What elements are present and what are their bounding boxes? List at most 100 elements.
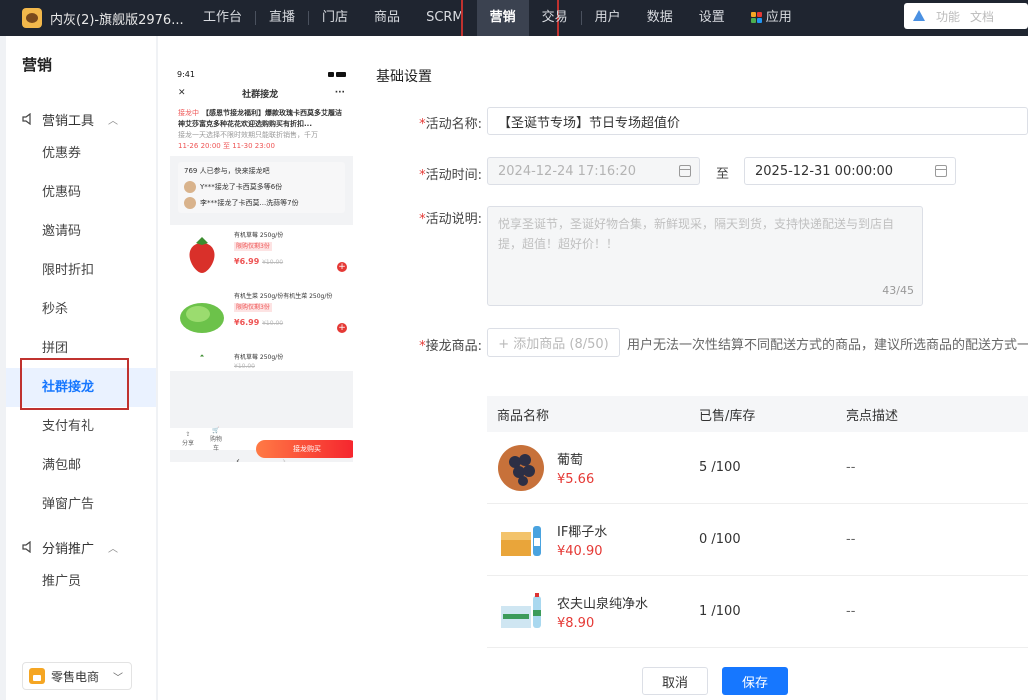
chevron-left-icon: ‹	[236, 456, 240, 462]
avatar	[184, 181, 196, 193]
activity-name-input[interactable]: 【圣诞节专场】节日专场超值价	[487, 107, 1028, 135]
main-content: 9:41 ✕ 社群接龙 ··· 接龙中 【感恩节接龙福利】爆款玫瑰卡西莫多艾履洁神…	[158, 36, 1028, 700]
phone-status-bar: 9:41	[170, 66, 353, 82]
phone-goods-list: 有机草莓 250g/份 限购仅剩3份 ¥6.99 ¥10.00 + 有机生菜 2…	[170, 225, 353, 371]
good-name: 有机生菜 250g/份有机生菜 250g/份	[234, 293, 333, 300]
time-label: *活动时间:	[419, 168, 482, 183]
goods-price: ¥5.66	[557, 471, 595, 487]
goods-name: 农夫山泉纯净水	[557, 596, 649, 612]
coconut-water-image	[501, 525, 541, 556]
search-tab-function[interactable]: 功能	[936, 8, 960, 25]
phone-time-range: 11-26 20:00 至 11-30 23:00	[178, 142, 275, 150]
group-marketing-tools[interactable]: 营销工具 ︿	[6, 104, 156, 134]
good-price: ¥6.99	[234, 257, 260, 266]
highlight-annotation	[20, 358, 129, 410]
goods-table: 商品名称 已售/库存 亮点描述 葡萄 ¥5.66 5 /100 -- IF椰子水 ¥…	[487, 396, 1028, 648]
shop-icon	[29, 668, 45, 684]
goods-price: ¥40.90	[557, 543, 603, 559]
activity-desc-textarea[interactable]: 悦享圣诞节，圣诞好物合集，新鲜现采，隔天到货，支持快递配送与到店自提，超值！超好…	[487, 206, 923, 306]
sidebar-item-invite-code[interactable]: 邀请码	[6, 212, 156, 251]
nav-live[interactable]: 直播	[256, 0, 308, 36]
sidebar-item-free-shipping[interactable]: 满包邮	[6, 446, 156, 485]
nav-store[interactable]: 门店	[309, 0, 361, 36]
share-label: 分享	[181, 440, 194, 447]
shop-switcher[interactable]: 内灰(2)-旗舰版2976...	[0, 8, 190, 28]
goods-name: IF椰子水	[557, 524, 608, 540]
phone-joined-count: 769 人已参与，快来接龙吧	[184, 167, 270, 175]
nav-apps-label: 应用	[765, 10, 792, 25]
good-price: ¥6.99	[234, 318, 260, 327]
search-tab-docs[interactable]: 文档	[970, 8, 994, 25]
strawberry-image	[189, 237, 215, 273]
nav-goods[interactable]: 商品	[361, 0, 413, 36]
help-logo-icon	[912, 10, 926, 22]
chevron-right-icon: ›	[282, 456, 286, 462]
goods-stock: 0 /100	[699, 532, 741, 547]
phone-title: 社群接龙	[242, 89, 279, 100]
table-row[interactable]: 农夫山泉纯净水 ¥8.90 1 /100 --	[487, 576, 1028, 648]
nav-data[interactable]: 数据	[634, 0, 686, 36]
section-title: 基础设置	[376, 69, 432, 85]
good-orig-price: ¥10.00	[262, 259, 284, 266]
nav-apps[interactable]: 应用	[738, 0, 805, 36]
calendar-icon	[679, 165, 691, 177]
nav-users[interactable]: 用户	[582, 0, 634, 36]
phone-desc: 接龙一天选择不限时效期只能联折销售，千万	[178, 131, 318, 139]
phone-headline: 【感恩节接龙福利】爆款玫瑰卡西莫多艾履洁神艾莎富克多种花花欢迎选购购买有折扣..…	[178, 109, 342, 128]
add-goods-button[interactable]: + 添加商品 (8/50)	[487, 328, 620, 357]
left-sidebar: 营销 营销工具 ︿ 优惠券 优惠码 邀请码 限时折扣 秒杀 拼团 社群接龙 支付…	[6, 36, 156, 700]
cancel-button[interactable]: 取消	[642, 667, 708, 695]
sidebar-item-popup-ad[interactable]: 弹窗广告	[6, 485, 156, 524]
grape-image	[498, 444, 544, 491]
sidebar-title: 营销	[22, 56, 53, 74]
good-orig-price: ¥10.00	[234, 363, 255, 370]
phone-preview: 9:41 ✕ 社群接龙 ··· 接龙中 【感恩节接龙福利】爆款玫瑰卡西莫多艾履洁神…	[170, 66, 353, 462]
sidebar-item-coupon[interactable]: 优惠券	[6, 134, 156, 173]
chevron-up-icon: ︿	[108, 543, 119, 555]
sidebar-item-pay-gift[interactable]: 支付有礼	[6, 407, 156, 446]
phone-buy-button: 接龙购买	[256, 440, 353, 458]
main-nav: 工作台 直播 门店 商品 SCRM 营销 交易 用户 数据 设置 应用	[190, 0, 805, 38]
sidebar-item-coupon-code[interactable]: 优惠码	[6, 173, 156, 212]
nav-workbench[interactable]: 工作台	[190, 0, 255, 36]
phone-good-item: 有机生菜 250g/份有机生菜 250g/份 限购仅剩3份 ¥6.99 ¥10.…	[170, 286, 353, 347]
nav-trade[interactable]: 交易	[529, 0, 581, 36]
char-count: 43/45	[882, 284, 914, 297]
start-time-value: 2024-12-24 17:16:20	[498, 163, 637, 179]
share-icon: ⇪ 分享	[181, 431, 194, 447]
group-distribution[interactable]: 分销推广 ︿	[6, 532, 156, 562]
sidebar-item-seckill[interactable]: 秒杀	[6, 290, 156, 329]
good-tag: 限购仅剩3份	[234, 303, 272, 312]
nav-marketing[interactable]: 营销	[460, 0, 559, 38]
good-name: 有机草莓 250g/份	[234, 232, 284, 239]
col-goods-name: 商品名称	[497, 408, 550, 424]
end-time-input[interactable]: 2025-12-31 00:00:00	[744, 157, 956, 185]
table-row[interactable]: IF椰子水 ¥40.90 0 /100 --	[487, 504, 1028, 576]
add-cart-icon: +	[337, 323, 347, 333]
business-switcher[interactable]: 零售电商 ﹀	[22, 662, 132, 690]
goods-stock: 5 /100	[699, 460, 741, 475]
phone-time: 9:41	[177, 69, 195, 79]
help-search-box[interactable]: 功能 文档	[904, 3, 1028, 29]
phone-header: ✕ 社群接龙 ···	[170, 82, 353, 104]
name-label: *活动名称:	[419, 117, 482, 132]
save-button[interactable]: 保存	[722, 667, 788, 695]
sidebar-item-flash-discount[interactable]: 限时折扣	[6, 251, 156, 290]
table-row[interactable]: 葡萄 ¥5.66 5 /100 --	[487, 432, 1028, 504]
col-highlight: 亮点描述	[846, 408, 899, 424]
good-name: 有机草莓 250g/份	[234, 354, 284, 361]
goods-name: 葡萄	[557, 452, 584, 468]
goods-hint: 用户无法一次性结算不同配送方式的商品，建议所选商品的配送方式一致	[627, 338, 1028, 353]
end-time-value: 2025-12-31 00:00:00	[755, 163, 894, 179]
desc-text: 悦享圣诞节，圣诞好物合集，新鲜现采，隔天到货，支持快递配送与到店自提，超值！超好…	[498, 217, 895, 251]
top-nav-bar: 内灰(2)-旗舰版2976... 工作台 直播 门店 商品 SCRM 营销 交易…	[0, 0, 1028, 38]
goods-price: ¥8.90	[557, 615, 595, 631]
nav-settings[interactable]: 设置	[686, 0, 738, 36]
phone-activity-card: 接龙中 【感恩节接龙福利】爆款玫瑰卡西莫多艾履洁神艾莎富克多种花花欢迎选购购买有折…	[170, 104, 353, 156]
more-icon: ···	[334, 88, 345, 98]
shop-logo	[22, 8, 42, 28]
start-time-input[interactable]: 2024-12-24 17:16:20	[487, 157, 700, 185]
cart-icon: 🛒 购物车	[209, 426, 222, 452]
sidebar-item-promoter[interactable]: 推广员	[6, 562, 156, 601]
table-header: 商品名称 已售/库存 亮点描述	[487, 396, 1028, 432]
